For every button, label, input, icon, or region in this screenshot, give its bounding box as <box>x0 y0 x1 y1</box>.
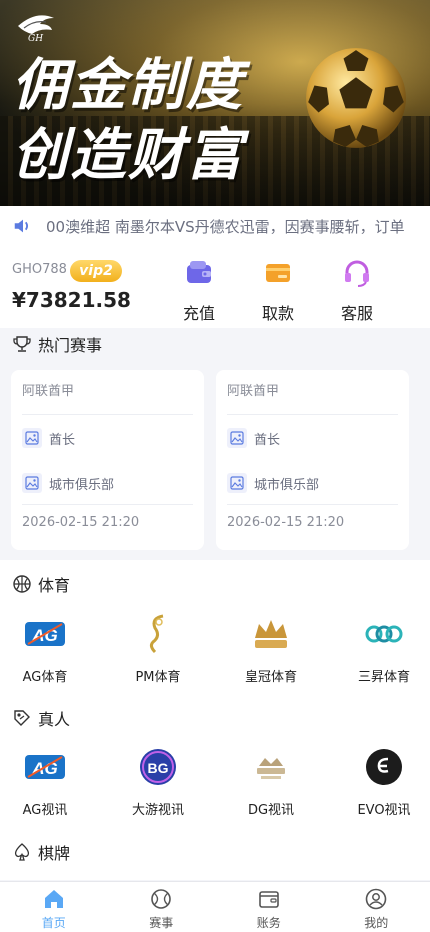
withdraw-button[interactable]: 取款 <box>248 258 308 324</box>
sports-title: 体育 <box>38 576 71 595</box>
live-provider-bg[interactable]: BG 大游视讯 <box>113 745 203 818</box>
evo-logo-icon <box>362 745 406 789</box>
cards-title: 棋牌 <box>38 844 71 863</box>
tab-mine[interactable]: 我的 <box>323 882 430 932</box>
image-placeholder-icon <box>227 473 247 493</box>
ag-logo-icon: AG <box>23 745 67 789</box>
dg-logo-icon <box>249 745 293 789</box>
match-league: 阿联酋甲 <box>22 384 75 399</box>
provider-name: 皇冠体育 <box>244 670 297 685</box>
match-card[interactable]: 阿联酋甲 酋长 城市俱乐部 2026-02-15 21:20 <box>216 370 409 550</box>
home-team-name: 酋长 <box>254 432 281 448</box>
svg-text:BG: BG <box>148 760 169 776</box>
live-tag-icon <box>14 710 30 726</box>
crown-logo-icon <box>249 612 293 656</box>
ag-logo-icon: AG <box>23 612 67 656</box>
ball-icon <box>151 889 172 909</box>
sports-provider-sansheng[interactable]: 三昇体育 <box>339 612 429 685</box>
banner-headline-2: 创造财富 <box>12 123 244 188</box>
user-icon <box>365 888 387 910</box>
provider-name: EVO视讯 <box>357 803 411 818</box>
wallet-icon <box>187 261 211 283</box>
provider-name: 三昇体育 <box>357 670 410 685</box>
away-team-name: 城市俱乐部 <box>254 477 320 493</box>
tab-matches[interactable]: 赛事 <box>108 882 216 932</box>
support-label: 客服 <box>340 304 373 323</box>
home-team: 酋长 <box>227 428 280 448</box>
provider-name: DG视讯 <box>247 803 295 818</box>
trophy-icon <box>13 336 31 352</box>
sports-provider-ag[interactable]: AG AG体育 <box>0 612 90 685</box>
user-card: GHO788 vip2 ¥73821.58 充值 取款 客服 <box>0 246 430 328</box>
card-icon <box>266 264 290 282</box>
tab-label: 我的 <box>364 916 389 930</box>
sports-header: 体育 <box>12 572 70 596</box>
spade-icon <box>14 843 30 861</box>
account-name: GHO788 <box>12 262 67 277</box>
basketball-icon <box>13 575 31 593</box>
notice-text: 00澳维超 南墨尔本VS丹德农迅雷，因赛事腰斩，订单 <box>46 217 405 236</box>
sansheng-logo-icon <box>362 612 406 656</box>
live-provider-ag[interactable]: AG AG视讯 <box>0 745 90 818</box>
image-placeholder-icon <box>22 473 42 493</box>
hot-matches-header: 热门赛事 <box>12 332 102 356</box>
headset-icon <box>345 260 369 287</box>
away-team-name: 城市俱乐部 <box>49 477 115 493</box>
away-team: 城市俱乐部 <box>227 473 319 493</box>
home-team: 酋长 <box>22 428 75 448</box>
withdraw-label: 取款 <box>261 304 294 323</box>
image-placeholder-icon <box>227 428 247 448</box>
promo-banner[interactable]: GH 佣金制度 创造财富 <box>0 0 430 206</box>
tab-label: 赛事 <box>149 916 174 930</box>
cards-header: 棋牌 <box>12 840 70 864</box>
tab-label: 首页 <box>41 916 66 930</box>
provider-name: AG体育 <box>22 670 68 685</box>
tab-label: 账务 <box>256 916 281 930</box>
live-header: 真人 <box>12 706 70 730</box>
banner-headline-1: 佣金制度 <box>12 53 244 118</box>
away-team: 城市俱乐部 <box>22 473 114 493</box>
balance-amount: ¥73821.58 <box>12 288 131 312</box>
home-icon <box>44 890 63 908</box>
match-time: 2026-02-15 21:20 <box>227 515 345 530</box>
sports-provider-crown[interactable]: 皇冠体育 <box>226 612 316 685</box>
live-provider-dg[interactable]: DG视讯 <box>226 745 316 818</box>
deposit-label: 充值 <box>182 304 215 323</box>
speaker-icon <box>14 219 29 233</box>
vip-badge: vip2 <box>70 260 122 282</box>
notice-marquee[interactable]: 00澳维超 南墨尔本VS丹德农迅雷，因赛事腰斩，订单 <box>0 206 430 246</box>
tab-home[interactable]: 首页 <box>0 882 108 932</box>
live-provider-evo[interactable]: EVO视讯 <box>339 745 429 818</box>
match-card[interactable]: 阿联酋甲 酋长 城市俱乐部 2026-02-15 21:20 <box>11 370 204 550</box>
bg-logo-icon: BG <box>136 745 180 789</box>
hot-matches-title: 热门赛事 <box>38 336 103 355</box>
live-title: 真人 <box>38 710 71 729</box>
pm-logo-icon <box>136 612 180 656</box>
match-time: 2026-02-15 21:20 <box>22 515 140 530</box>
home-team-name: 酋长 <box>49 432 76 448</box>
provider-name: 大游视讯 <box>131 803 184 818</box>
sports-provider-pm[interactable]: PM体育 <box>113 612 203 685</box>
tab-account[interactable]: 账务 <box>215 882 323 932</box>
provider-name: PM体育 <box>135 670 181 685</box>
support-button[interactable]: 客服 <box>327 258 387 324</box>
provider-name: AG视讯 <box>22 803 68 818</box>
soccer-ball-icon <box>306 48 406 148</box>
page: GH 佣金制度 创造财富 00澳维超 南墨尔本VS丹德农迅雷，因赛事腰斩，订单 … <box>0 0 430 932</box>
wallet-icon <box>258 891 279 908</box>
bottom-tab-bar: 首页 赛事 账务 我的 <box>0 881 430 932</box>
image-placeholder-icon <box>22 428 42 448</box>
match-league: 阿联酋甲 <box>227 384 280 399</box>
deposit-button[interactable]: 充值 <box>169 258 229 324</box>
